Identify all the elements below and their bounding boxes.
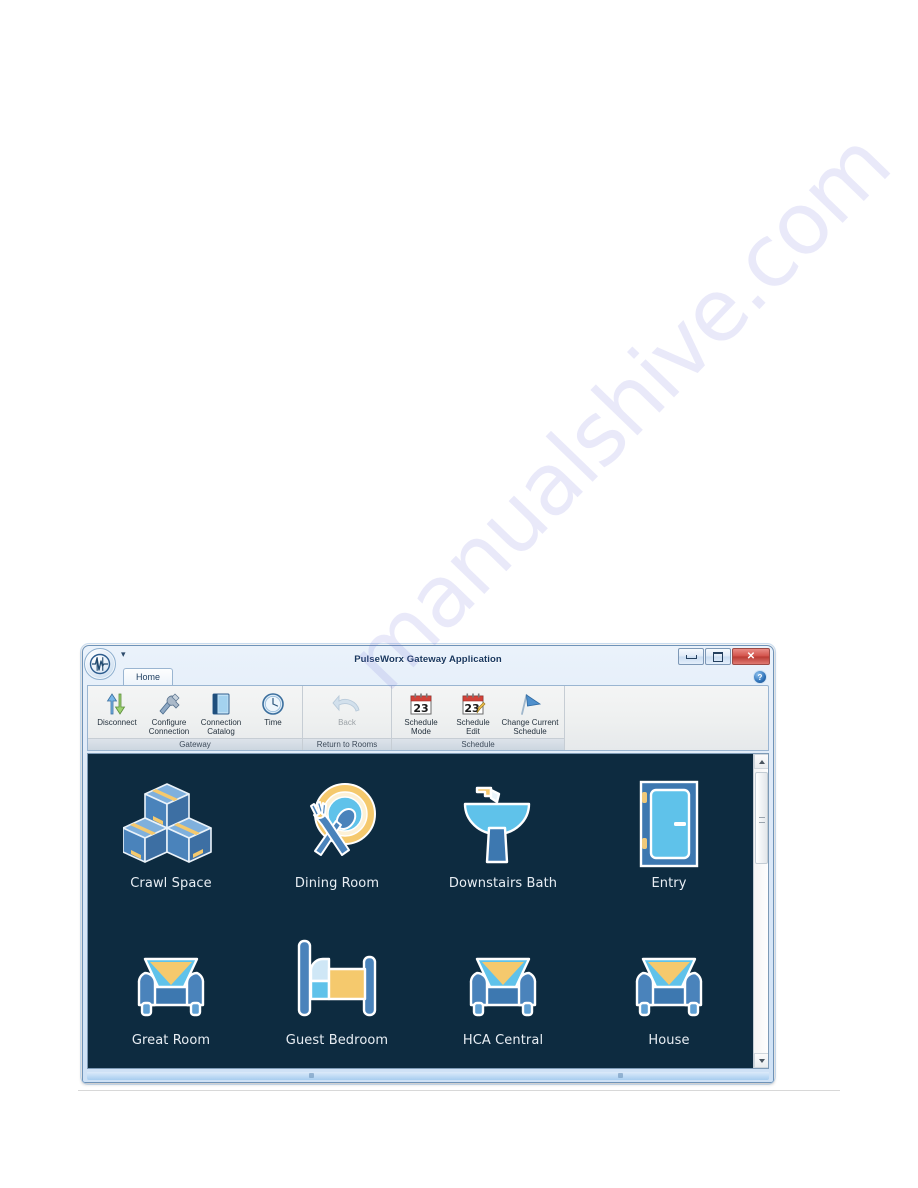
- calendar-23-edit-icon: 23: [460, 690, 486, 717]
- triangle-up-icon: [758, 759, 765, 764]
- room-tile-dining-room[interactable]: Dining Room: [254, 754, 420, 911]
- plate-fork-spoon-icon: [289, 774, 385, 874]
- scroll-down-arrow[interactable]: [754, 1053, 768, 1068]
- change-current-schedule-label: Change Current Schedule: [501, 718, 559, 736]
- disconnect-label: Disconnect: [97, 718, 137, 727]
- scroll-thumb[interactable]: [755, 772, 768, 864]
- ribbon-group-schedule-label: Schedule: [392, 738, 564, 750]
- room-label: Dining Room: [294, 876, 380, 891]
- status-grip-dot: [618, 1073, 623, 1078]
- clock-icon: [260, 690, 286, 717]
- thumb-grip-icon: [759, 817, 765, 823]
- ribbon-group-return-to-rooms: Back Return to Rooms: [303, 686, 392, 750]
- time-button[interactable]: Time: [247, 688, 299, 727]
- status-strip: [87, 1072, 769, 1080]
- help-icon[interactable]: ?: [753, 670, 767, 684]
- time-label: Time: [264, 718, 282, 727]
- connection-catalog-button[interactable]: Connection Catalog: [195, 688, 247, 736]
- disconnect-arrows-icon: [104, 690, 130, 717]
- armchair-icon: [455, 931, 551, 1031]
- ribbon-group-gateway-items: Disconnect Configure Connection Connecti…: [88, 686, 302, 738]
- armchair-icon: [621, 931, 717, 1031]
- room-label: Guest Bedroom: [285, 1033, 389, 1048]
- ribbon-group-schedule-items: 23 Schedule Mode 23 Schedule Edit Change…: [392, 686, 564, 738]
- room-tile-hca-central[interactable]: HCA Central: [420, 911, 586, 1068]
- schedule-mode-label: Schedule Mode: [404, 718, 438, 736]
- door-icon: [621, 774, 717, 874]
- watermark-text: manualshive.com: [330, 114, 910, 710]
- status-grip-dot: [309, 1073, 314, 1078]
- ribbon-group-schedule: 23 Schedule Mode 23 Schedule Edit Change…: [392, 686, 565, 750]
- room-tile-downstairs-bath[interactable]: Downstairs Bath: [420, 754, 586, 911]
- room-tile-entry[interactable]: Entry: [586, 754, 752, 911]
- ribbon-empty-area: [565, 686, 768, 750]
- configure-connection-button[interactable]: Configure Connection: [143, 688, 195, 736]
- ribbon: Disconnect Configure Connection Connecti…: [87, 685, 769, 751]
- boxes-icon: [123, 774, 219, 874]
- room-label: House: [648, 1033, 690, 1048]
- schedule-mode-button[interactable]: 23 Schedule Mode: [395, 688, 447, 736]
- schedule-edit-button[interactable]: 23 Schedule Edit: [447, 688, 499, 736]
- configure-connection-label: Configure Connection: [148, 718, 190, 736]
- window-controls: ✕: [678, 648, 770, 665]
- sink-icon: [455, 774, 551, 874]
- room-label: Downstairs Bath: [448, 876, 558, 891]
- window-title: PulseWorx Gateway Application: [354, 653, 502, 665]
- scroll-up-arrow[interactable]: [754, 754, 768, 769]
- calendar-23-icon: 23: [408, 690, 434, 717]
- ribbon-group-gateway-label: Gateway: [88, 738, 302, 750]
- disconnect-button[interactable]: Disconnect: [91, 688, 143, 727]
- back-arrow-icon: [332, 690, 362, 717]
- ribbon-empty-items: [565, 686, 768, 750]
- room-tile-crawl-space[interactable]: Crawl Space: [88, 754, 254, 911]
- connection-catalog-label: Connection Catalog: [200, 718, 242, 736]
- ribbon-tab-strip: Home ?: [87, 668, 769, 685]
- minimize-icon: [685, 654, 697, 659]
- room-tile-house[interactable]: House: [586, 911, 752, 1068]
- room-label: Great Room: [131, 1033, 211, 1048]
- bed-icon: [289, 931, 385, 1031]
- ribbon-group-return-label: Return to Rooms: [303, 738, 391, 750]
- rooms-content-area: Crawl Space Dining Room Downstairs Bath …: [87, 753, 769, 1069]
- room-tile-guest-bedroom[interactable]: Guest Bedroom: [254, 911, 420, 1068]
- maximize-button[interactable]: [705, 648, 731, 665]
- ribbon-group-gateway: Disconnect Configure Connection Connecti…: [88, 686, 303, 750]
- tab-home[interactable]: Home: [123, 668, 174, 685]
- rooms-grid: Crawl Space Dining Room Downstairs Bath …: [88, 754, 752, 1068]
- tools-icon: [156, 690, 182, 717]
- close-icon: ✕: [746, 651, 756, 662]
- vertical-scrollbar[interactable]: [753, 754, 768, 1068]
- triangle-down-icon: [758, 1058, 765, 1063]
- minimize-button[interactable]: [678, 648, 704, 665]
- back-label: Back: [338, 718, 356, 727]
- room-label: Crawl Space: [130, 876, 212, 891]
- chevron-down-icon[interactable]: ▾: [121, 649, 126, 660]
- armchair-icon: [123, 931, 219, 1031]
- ribbon-group-return-items: Back: [303, 686, 391, 738]
- maximize-icon: [713, 651, 723, 662]
- application-window: ▾ PulseWorx Gateway Application ✕ Home ?: [80, 643, 776, 1085]
- blue-book-icon: [208, 690, 234, 717]
- schedule-edit-label: Schedule Edit: [456, 718, 490, 736]
- room-tile-great-room[interactable]: Great Room: [88, 911, 254, 1068]
- change-current-schedule-button[interactable]: Change Current Schedule: [499, 688, 561, 736]
- title-bar: PulseWorx Gateway Application ✕: [87, 648, 770, 670]
- pulseworx-logo-glyph: [89, 653, 111, 675]
- close-button[interactable]: ✕: [732, 648, 770, 665]
- room-label: Entry: [651, 876, 687, 891]
- pulseworx-logo-icon[interactable]: [84, 648, 116, 680]
- flag-icon: [516, 690, 544, 717]
- back-button[interactable]: Back: [316, 688, 378, 727]
- svg-text:23: 23: [413, 702, 428, 715]
- page-divider-rule: [78, 1090, 840, 1091]
- room-label: HCA Central: [462, 1033, 544, 1048]
